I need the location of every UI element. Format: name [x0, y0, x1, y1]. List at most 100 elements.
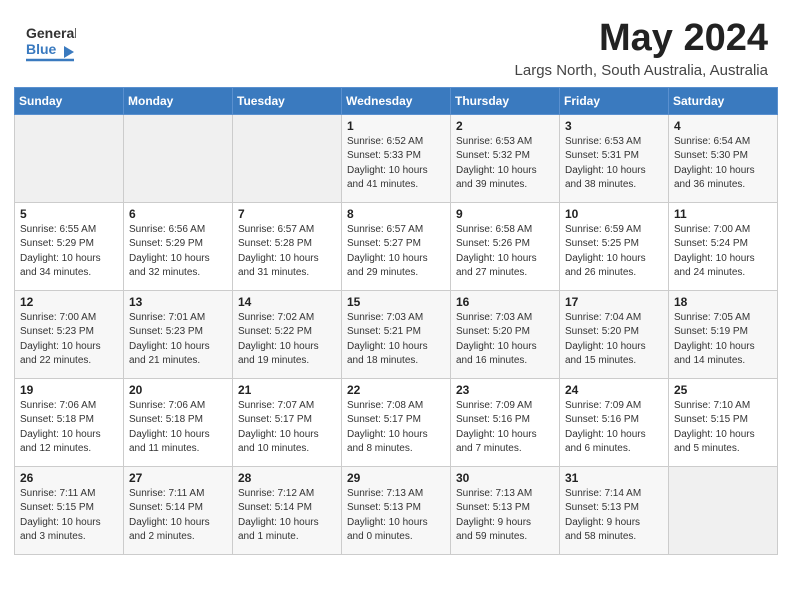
calendar-cell: 23 Sunrise: 7:09 AM Sunset: 5:16 PM Dayli…	[451, 378, 560, 466]
calendar-cell: 25 Sunrise: 7:10 AM Sunset: 5:15 PM Dayli…	[669, 378, 778, 466]
calendar-week-row: 5Sunrise: 6:55 AM Sunset: 5:29 PM Daylig…	[15, 202, 778, 290]
day-info: Sunrise: 6:52 AM Sunset: 5:33 PM Dayligh…	[347, 135, 445, 193]
day-number: 26	[20, 471, 118, 485]
page-header: General Blue May 2024 Largs North, South…	[0, 0, 792, 87]
calendar-cell: 14Sunrise: 7:02 AM Sunset: 5:22 PM Dayli…	[233, 290, 342, 378]
day-info: Sunrise: 7:09 AM Sunset: 5:16 PM Dayligh…	[456, 399, 554, 457]
calendar-wrapper: SundayMondayTuesdayWednesdayThursdayFrid…	[0, 87, 792, 569]
day-info: Sunrise: 7:01 AM Sunset: 5:23 PM Dayligh…	[129, 311, 227, 369]
weekday-header: Saturday	[669, 87, 778, 114]
day-info: Sunrise: 6:56 AM Sunset: 5:29 PM Dayligh…	[129, 223, 227, 281]
calendar-body: 1 Sunrise: 6:52 AM Sunset: 5:33 PM Daylig…	[15, 114, 778, 554]
day-number: 1	[347, 119, 445, 133]
day-number: 24	[565, 383, 663, 397]
day-number: 27	[129, 471, 227, 485]
day-number: 7	[238, 207, 336, 221]
calendar-cell: 29 Sunrise: 7:13 AM Sunset: 5:13 PM Dayli…	[342, 466, 451, 554]
calendar-cell: 5Sunrise: 6:55 AM Sunset: 5:29 PM Daylig…	[15, 202, 124, 290]
day-info: Sunrise: 7:00 AM Sunset: 5:24 PM Dayligh…	[674, 223, 772, 281]
calendar-cell: 22 Sunrise: 7:08 AM Sunset: 5:17 PM Dayli…	[342, 378, 451, 466]
day-number: 29	[347, 471, 445, 485]
calendar-cell: 6 Sunrise: 6:56 AM Sunset: 5:29 PM Daylig…	[124, 202, 233, 290]
calendar-cell: 4 Sunrise: 6:54 AM Sunset: 5:30 PM Daylig…	[669, 114, 778, 202]
day-info: Sunrise: 7:08 AM Sunset: 5:17 PM Dayligh…	[347, 399, 445, 457]
day-number: 6	[129, 207, 227, 221]
calendar-cell: 28 Sunrise: 7:12 AM Sunset: 5:14 PM Dayli…	[233, 466, 342, 554]
day-number: 12	[20, 295, 118, 309]
day-number: 21	[238, 383, 336, 397]
calendar-cell	[124, 114, 233, 202]
day-info: Sunrise: 7:14 AM Sunset: 5:13 PM Dayligh…	[565, 487, 663, 545]
weekday-row: SundayMondayTuesdayWednesdayThursdayFrid…	[15, 87, 778, 114]
day-info: Sunrise: 7:09 AM Sunset: 5:16 PM Dayligh…	[565, 399, 663, 457]
weekday-header: Thursday	[451, 87, 560, 114]
day-number: 15	[347, 295, 445, 309]
calendar-cell: 31 Sunrise: 7:14 AM Sunset: 5:13 PM Dayli…	[560, 466, 669, 554]
logo: General Blue	[24, 18, 76, 62]
day-info: Sunrise: 6:59 AM Sunset: 5:25 PM Dayligh…	[565, 223, 663, 281]
day-number: 20	[129, 383, 227, 397]
calendar-cell: 9Sunrise: 6:58 AM Sunset: 5:26 PM Daylig…	[451, 202, 560, 290]
day-info: Sunrise: 6:54 AM Sunset: 5:30 PM Dayligh…	[674, 135, 772, 193]
day-number: 22	[347, 383, 445, 397]
calendar-cell	[669, 466, 778, 554]
day-number: 28	[238, 471, 336, 485]
day-info: Sunrise: 7:04 AM Sunset: 5:20 PM Dayligh…	[565, 311, 663, 369]
calendar-week-row: 19 Sunrise: 7:06 AM Sunset: 5:18 PM Dayli…	[15, 378, 778, 466]
day-info: Sunrise: 6:57 AM Sunset: 5:27 PM Dayligh…	[347, 223, 445, 281]
calendar-cell: 15Sunrise: 7:03 AM Sunset: 5:21 PM Dayli…	[342, 290, 451, 378]
day-info: Sunrise: 7:06 AM Sunset: 5:18 PM Dayligh…	[129, 399, 227, 457]
day-number: 30	[456, 471, 554, 485]
day-number: 2	[456, 119, 554, 133]
day-number: 11	[674, 207, 772, 221]
svg-text:General: General	[26, 25, 76, 41]
calendar-header: SundayMondayTuesdayWednesdayThursdayFrid…	[15, 87, 778, 114]
day-info: Sunrise: 6:55 AM Sunset: 5:29 PM Dayligh…	[20, 223, 118, 281]
day-info: Sunrise: 7:11 AM Sunset: 5:14 PM Dayligh…	[129, 487, 227, 545]
calendar-cell: 26 Sunrise: 7:11 AM Sunset: 5:15 PM Dayli…	[15, 466, 124, 554]
calendar-cell: 30 Sunrise: 7:13 AM Sunset: 5:13 PM Dayli…	[451, 466, 560, 554]
day-info: Sunrise: 7:11 AM Sunset: 5:15 PM Dayligh…	[20, 487, 118, 545]
calendar-cell: 16 Sunrise: 7:03 AM Sunset: 5:20 PM Dayli…	[451, 290, 560, 378]
calendar-table: SundayMondayTuesdayWednesdayThursdayFrid…	[14, 87, 778, 555]
day-number: 17	[565, 295, 663, 309]
calendar-cell	[233, 114, 342, 202]
weekday-header: Monday	[124, 87, 233, 114]
logo-icon: General Blue	[24, 18, 76, 62]
day-number: 23	[456, 383, 554, 397]
calendar-cell: 7 Sunrise: 6:57 AM Sunset: 5:28 PM Daylig…	[233, 202, 342, 290]
calendar-week-row: 26 Sunrise: 7:11 AM Sunset: 5:15 PM Dayli…	[15, 466, 778, 554]
day-info: Sunrise: 7:06 AM Sunset: 5:18 PM Dayligh…	[20, 399, 118, 457]
day-info: Sunrise: 7:12 AM Sunset: 5:14 PM Dayligh…	[238, 487, 336, 545]
calendar-cell: 3 Sunrise: 6:53 AM Sunset: 5:31 PM Daylig…	[560, 114, 669, 202]
weekday-header: Sunday	[15, 87, 124, 114]
day-info: Sunrise: 7:07 AM Sunset: 5:17 PM Dayligh…	[238, 399, 336, 457]
day-number: 31	[565, 471, 663, 485]
day-number: 4	[674, 119, 772, 133]
calendar-cell: 13Sunrise: 7:01 AM Sunset: 5:23 PM Dayli…	[124, 290, 233, 378]
day-number: 3	[565, 119, 663, 133]
day-info: Sunrise: 7:03 AM Sunset: 5:20 PM Dayligh…	[456, 311, 554, 369]
day-info: Sunrise: 7:13 AM Sunset: 5:13 PM Dayligh…	[347, 487, 445, 545]
calendar-cell: 18Sunrise: 7:05 AM Sunset: 5:19 PM Dayli…	[669, 290, 778, 378]
day-number: 10	[565, 207, 663, 221]
day-number: 19	[20, 383, 118, 397]
calendar-cell: 10 Sunrise: 6:59 AM Sunset: 5:25 PM Dayli…	[560, 202, 669, 290]
calendar-cell: 17 Sunrise: 7:04 AM Sunset: 5:20 PM Dayli…	[560, 290, 669, 378]
day-number: 25	[674, 383, 772, 397]
calendar-cell: 8Sunrise: 6:57 AM Sunset: 5:27 PM Daylig…	[342, 202, 451, 290]
day-info: Sunrise: 6:53 AM Sunset: 5:31 PM Dayligh…	[565, 135, 663, 193]
month-title: May 2024	[515, 18, 768, 60]
calendar-cell: 1 Sunrise: 6:52 AM Sunset: 5:33 PM Daylig…	[342, 114, 451, 202]
calendar-cell: 12Sunrise: 7:00 AM Sunset: 5:23 PM Dayli…	[15, 290, 124, 378]
calendar-cell: 2Sunrise: 6:53 AM Sunset: 5:32 PM Daylig…	[451, 114, 560, 202]
calendar-cell: 24 Sunrise: 7:09 AM Sunset: 5:16 PM Dayli…	[560, 378, 669, 466]
calendar-cell: 27 Sunrise: 7:11 AM Sunset: 5:14 PM Dayli…	[124, 466, 233, 554]
svg-text:Blue: Blue	[26, 41, 57, 57]
day-info: Sunrise: 7:10 AM Sunset: 5:15 PM Dayligh…	[674, 399, 772, 457]
calendar-cell: 11 Sunrise: 7:00 AM Sunset: 5:24 PM Dayli…	[669, 202, 778, 290]
day-info: Sunrise: 7:13 AM Sunset: 5:13 PM Dayligh…	[456, 487, 554, 545]
day-info: Sunrise: 6:57 AM Sunset: 5:28 PM Dayligh…	[238, 223, 336, 281]
calendar-cell: 19 Sunrise: 7:06 AM Sunset: 5:18 PM Dayli…	[15, 378, 124, 466]
day-number: 16	[456, 295, 554, 309]
